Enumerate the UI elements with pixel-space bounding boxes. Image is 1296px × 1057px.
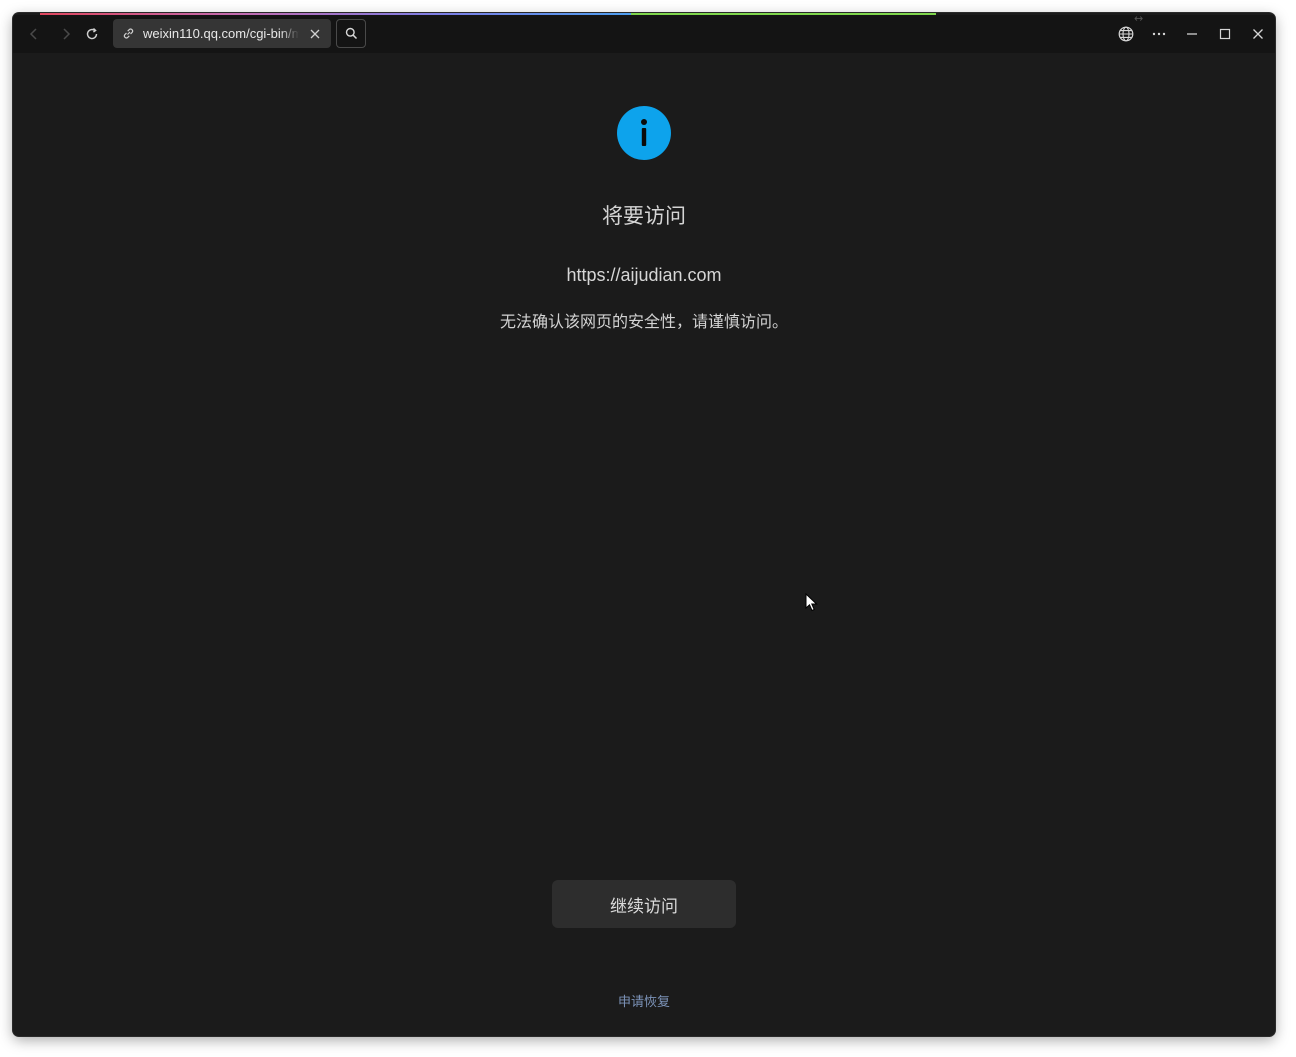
more-icon [1152,32,1166,36]
more-button[interactable] [1146,21,1172,47]
reload-button[interactable] [79,21,105,47]
search-button[interactable] [336,19,366,48]
close-icon [1253,29,1263,39]
address-bar[interactable]: weixin110.qq.com/cgi-bin/mmspamsupport-b… [113,19,331,48]
chevron-right-icon [63,28,71,40]
maximize-icon [1219,28,1231,40]
search-icon [345,27,357,40]
target-url: https://aijudian.com [566,265,722,285]
globe-icon [1118,26,1134,42]
browser-window: weixin110.qq.com/cgi-bin/mmspamsupport-b… [13,13,1275,1036]
security-warning: 无法确认该网页的安全性，请谨慎访问。 [499,312,788,331]
restore-link[interactable]: 申请恢复 [13,991,1275,1010]
close-window-button[interactable] [1245,21,1271,47]
link-icon [123,28,134,39]
minimize-icon [1187,33,1197,35]
page-title: 将要访问 [602,204,686,228]
back-button[interactable] [21,21,47,47]
continue-button[interactable]: 继续访问 [552,880,736,928]
mouse-cursor-icon [805,593,818,612]
info-glyph [641,119,647,146]
close-icon[interactable] [310,29,320,39]
chevron-left-icon [29,28,37,40]
browser-toolbar: weixin110.qq.com/cgi-bin/mmspamsupport-b… [13,13,1275,53]
forward-button[interactable] [53,21,79,47]
maximize-button[interactable] [1212,21,1238,47]
address-bar-url[interactable]: weixin110.qq.com/cgi-bin/mmspamsupport-b… [143,19,299,48]
info-icon [617,106,671,160]
reload-icon [86,27,98,40]
translate-button[interactable] [1113,21,1139,47]
minimize-button[interactable] [1179,21,1205,47]
page-content: 将要访问 https://aijudian.com 无法确认该网页的安全性，请谨… [13,53,1275,1036]
